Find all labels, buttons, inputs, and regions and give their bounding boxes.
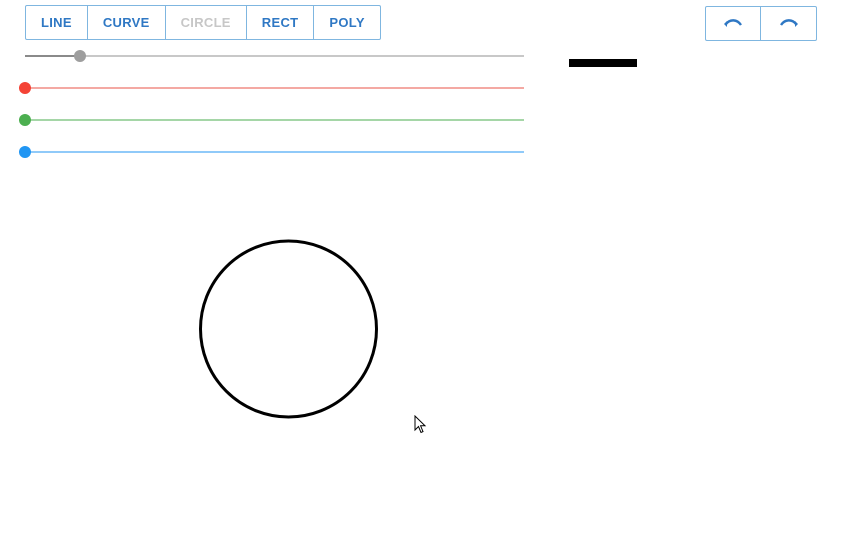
drawn-circle [199,239,378,419]
mouse-pointer-icon [414,415,427,434]
drawing-canvas[interactable] [0,0,859,559]
